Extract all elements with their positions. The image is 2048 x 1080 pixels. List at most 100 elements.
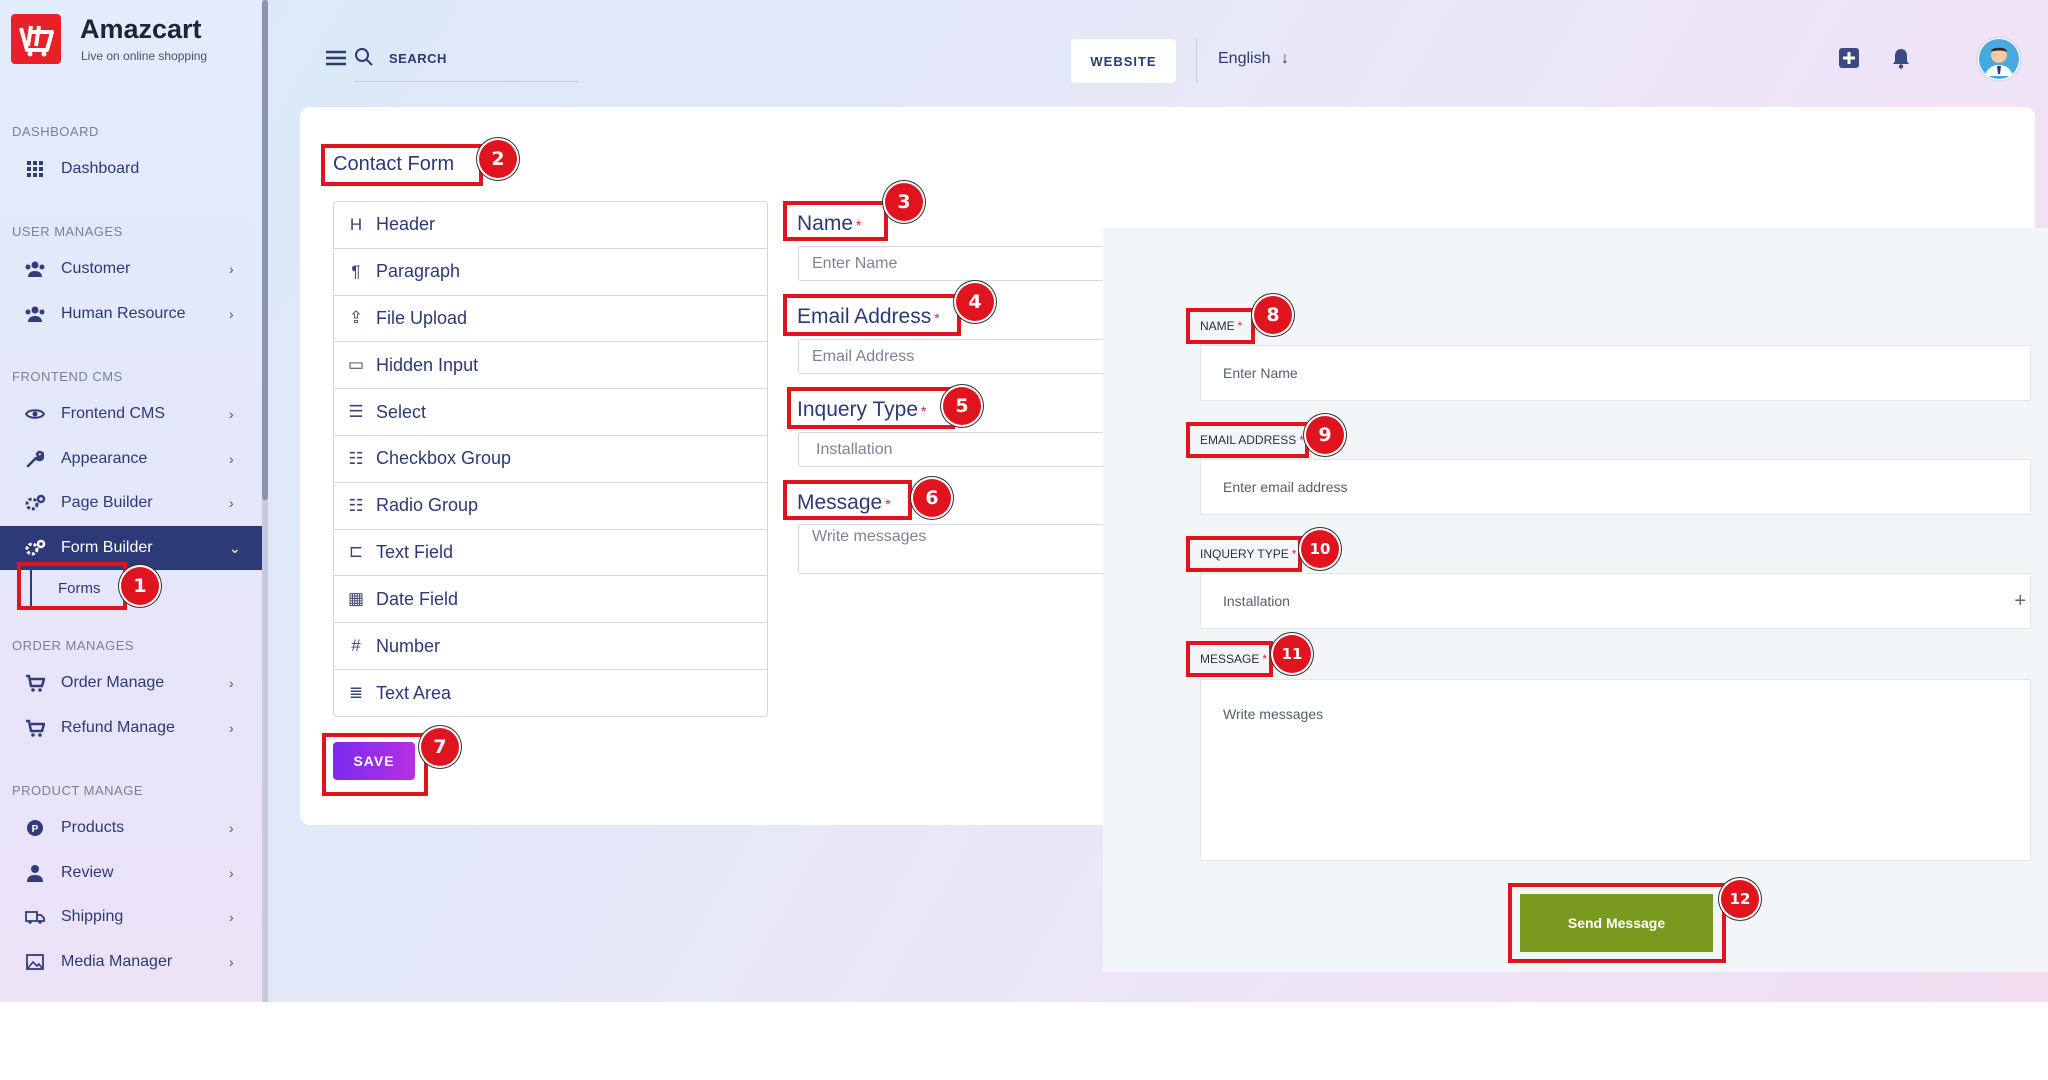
cart-logo-icon <box>19 25 54 57</box>
brand-logo[interactable] <box>11 14 61 64</box>
section-product-manage: PRODUCT MANAGE <box>12 783 143 798</box>
hamburger-menu-icon[interactable] <box>326 50 346 71</box>
annotation-box-1 <box>17 562 127 610</box>
chevron-right-icon: › <box>229 954 234 970</box>
sidebar-item-human-resource[interactable]: Human Resource › <box>0 292 262 336</box>
annotation-badge-7: 7 <box>421 728 459 766</box>
annotation-box-8 <box>1186 308 1255 344</box>
sidebar-item-label: Review <box>61 864 114 881</box>
component-label: Text Field <box>376 541 454 562</box>
sidebar-item-page-builder[interactable]: Page Builder › <box>0 481 262 525</box>
sidebar-item-products[interactable]: P Products › <box>0 806 262 850</box>
annotation-badge-1: 1 <box>121 567 159 605</box>
notification-bell-icon[interactable] <box>1891 47 1911 74</box>
users-icon <box>24 303 46 325</box>
canvas-inquery-select[interactable]: Installation <box>798 432 1108 467</box>
annotation-box-11 <box>1186 641 1273 677</box>
chevron-right-icon: › <box>229 720 234 736</box>
sidebar-item-frontend-cms[interactable]: Frontend CMS › <box>0 392 262 436</box>
preview-email-input[interactable]: Enter email address <box>1200 459 2031 515</box>
sidebar-item-label: Customer <box>61 260 131 277</box>
search-input[interactable]: SEARCH <box>389 51 447 66</box>
text-field-icon: ⊏ <box>348 542 364 562</box>
chevron-right-icon: › <box>229 865 234 881</box>
component-text-field[interactable]: ⊏ Text Field <box>334 530 767 577</box>
component-text-area[interactable]: ≣ Text Area <box>334 670 767 717</box>
annotation-badge-5: 5 <box>943 387 981 425</box>
checkbox-list-icon: ☷ <box>348 448 364 468</box>
chevron-right-icon: › <box>229 909 234 925</box>
canvas-email-input[interactable]: Email Address <box>798 339 1108 374</box>
chevron-down-icon: ⌄ <box>229 539 241 556</box>
radio-list-icon: ☷ <box>348 495 364 515</box>
add-new-icon[interactable] <box>1838 47 1860 74</box>
component-checkbox-group[interactable]: ☷ Checkbox Group <box>334 436 767 483</box>
grid-icon <box>24 158 46 180</box>
sidebar-item-order-manage[interactable]: Order Manage › <box>0 661 262 705</box>
component-label: Number <box>376 635 441 656</box>
eye-icon <box>24 403 46 425</box>
annotation-badge-8: 8 <box>1254 296 1292 334</box>
sidebar-item-label: Products <box>61 819 125 836</box>
component-paragraph[interactable]: ¶ Paragraph <box>334 249 767 296</box>
gears-icon <box>24 492 46 514</box>
preview-name-input[interactable]: Enter Name <box>1200 345 2031 401</box>
component-select[interactable]: ☰ Select <box>334 389 767 436</box>
annotation-box-9 <box>1186 422 1309 458</box>
component-file-upload[interactable]: ⇪ File Upload <box>334 296 767 343</box>
annotation-box-12 <box>1508 883 1726 963</box>
sidebar-item-label: Dashboard <box>61 160 140 177</box>
component-label: Radio Group <box>376 495 479 516</box>
canvas-message-textarea[interactable]: Write messages <box>798 524 1108 574</box>
annotation-box-2 <box>321 144 483 186</box>
cart-icon <box>24 717 46 739</box>
brand-title: Amazcart <box>80 14 202 44</box>
sidebar-item-label: Form Builder <box>61 539 153 556</box>
sidebar-item-appearance[interactable]: Appearance › <box>0 437 262 481</box>
canvas-name-input[interactable]: Enter Name <box>798 246 1108 281</box>
chevron-right-icon: › <box>229 451 234 467</box>
brand-subtitle: Live on online shopping <box>81 49 208 63</box>
sidebar-item-dashboard[interactable]: Dashboard <box>0 147 262 191</box>
user-avatar[interactable] <box>1976 36 2022 82</box>
sidebar-item-shipping[interactable]: Shipping › <box>0 895 262 939</box>
wrench-icon <box>24 448 46 470</box>
component-hidden-input[interactable]: ▭ Hidden Input <box>334 342 767 390</box>
chevron-right-icon: › <box>229 406 234 422</box>
annotation-badge-3: 3 <box>885 183 923 221</box>
annotation-box-5 <box>787 387 955 429</box>
sidebar-item-review[interactable]: Review › <box>0 851 262 895</box>
annotation-box-3 <box>783 201 888 241</box>
user-icon <box>24 862 46 884</box>
annotation-badge-12: 12 <box>1721 880 1759 918</box>
component-number[interactable]: # Number <box>334 623 767 670</box>
truck-icon <box>24 906 46 928</box>
section-dashboard: DASHBOARD <box>12 124 99 139</box>
svg-text:P: P <box>32 824 39 835</box>
annotation-badge-2: 2 <box>479 140 517 178</box>
component-radio-group[interactable]: ☷ Radio Group <box>334 483 767 530</box>
chevron-right-icon: › <box>229 820 234 836</box>
search-underline <box>354 81 579 82</box>
sidebar-item-label: Shipping <box>61 908 124 925</box>
search-icon[interactable] <box>354 47 374 72</box>
component-date-field[interactable]: ▦ Date Field <box>334 576 767 624</box>
sidebar-scrollbar-thumb[interactable] <box>262 0 268 500</box>
preview-message-textarea[interactable]: Write messages <box>1200 679 2031 861</box>
hash-icon: # <box>351 636 361 656</box>
avatar-person-icon <box>1979 39 2019 79</box>
sidebar-item-refund-manage[interactable]: Refund Manage › <box>0 706 262 750</box>
language-selector[interactable]: English ↓ <box>1218 50 1289 68</box>
sidebar-item-media-manager[interactable]: Media Manager › <box>0 940 262 984</box>
annotation-box-6 <box>783 480 912 520</box>
app-window: Amazcart Live on online shopping DASHBOA… <box>0 0 2048 1002</box>
preview-inquery-select[interactable]: Installation + <box>1200 573 2031 629</box>
website-button[interactable]: WEBSITE <box>1071 39 1176 83</box>
select-plus-icon: + <box>2014 589 2026 612</box>
component-header[interactable]: H Header <box>334 202 767 249</box>
sidebar-item-customer[interactable]: Customer › <box>0 247 262 291</box>
upload-icon: ⇪ <box>348 308 364 328</box>
textarea-icon: ≣ <box>348 683 364 703</box>
section-order-manages: ORDER MANAGES <box>12 638 135 653</box>
annotation-badge-6: 6 <box>913 479 951 517</box>
